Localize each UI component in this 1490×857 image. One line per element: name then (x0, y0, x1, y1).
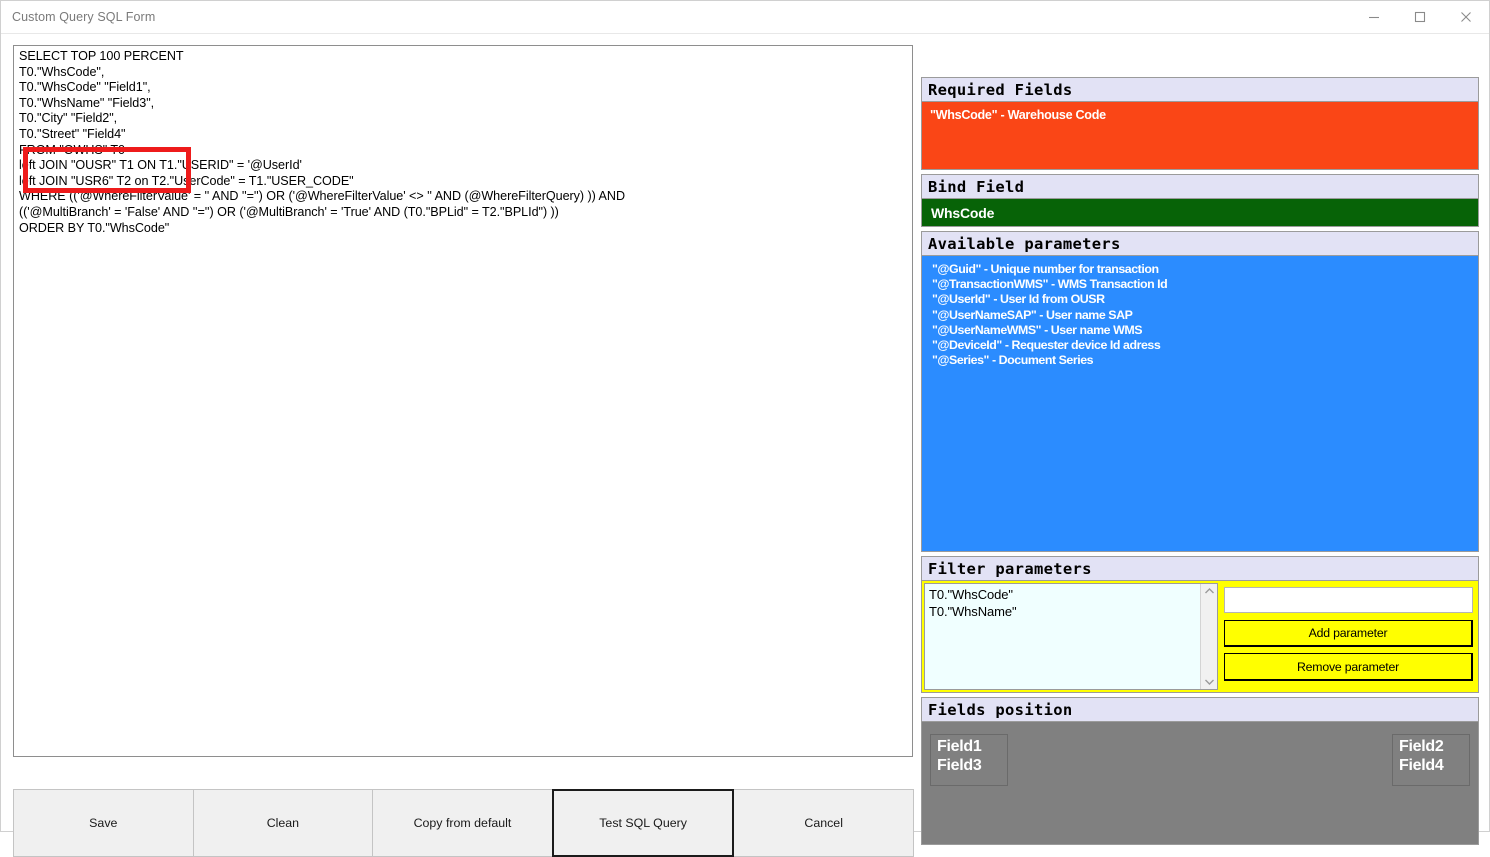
chevron-up-icon[interactable] (1204, 587, 1215, 595)
available-parameters-header: Available parameters (921, 231, 1479, 256)
field-position-label: Field1 (937, 737, 1003, 756)
field-position-label: Field3 (937, 756, 1003, 775)
filter-list-scrollbar[interactable] (1200, 584, 1217, 689)
filter-parameters-listbox[interactable]: T0."WhsCode" T0."WhsName" (924, 583, 1218, 690)
filter-parameters-items: T0."WhsCode" T0."WhsName" (925, 584, 1200, 689)
available-parameter-item[interactable]: "@UserNameWMS" - User name WMS (932, 323, 1478, 338)
bind-field-value: WhsCode (931, 205, 994, 221)
bind-field-value-box[interactable]: WhsCode (921, 199, 1479, 227)
fields-position-left-box[interactable]: Field1 Field3 (930, 734, 1008, 786)
right-panel: Required Fields "WhsCode" - Warehouse Co… (921, 77, 1479, 855)
copy-from-default-button[interactable]: Copy from default (372, 789, 553, 857)
filter-parameters-header: Filter parameters (921, 556, 1479, 581)
save-button[interactable]: Save (13, 789, 194, 857)
bind-field-header: Bind Field (921, 174, 1479, 199)
fields-position-right-box[interactable]: Field2 Field4 (1392, 734, 1470, 786)
add-parameter-button[interactable]: Add parameter (1224, 620, 1473, 648)
maximize-icon (1414, 11, 1426, 23)
filter-parameter-item[interactable]: T0."WhsName" (929, 603, 1200, 620)
filter-parameters-body: T0."WhsCode" T0."WhsName" Add par (921, 581, 1479, 693)
required-fields-header: Required Fields (921, 77, 1479, 102)
available-parameter-item[interactable]: "@DeviceId" - Requester device Id adress (932, 338, 1478, 353)
available-parameter-item[interactable]: "@UserId" - User Id from OUSR (932, 292, 1478, 307)
available-parameters-list[interactable]: "@Guid" - Unique number for transaction … (921, 256, 1479, 552)
title-bar: Custom Query SQL Form (1, 1, 1489, 33)
minimize-icon (1368, 11, 1380, 23)
required-field-item[interactable]: "WhsCode" - Warehouse Code (930, 107, 1478, 123)
clean-button[interactable]: Clean (193, 789, 374, 857)
chevron-down-icon[interactable] (1204, 678, 1215, 686)
required-fields-list[interactable]: "WhsCode" - Warehouse Code (921, 102, 1479, 170)
sql-query-text[interactable]: SELECT TOP 100 PERCENT T0."WhsCode", T0.… (14, 46, 912, 236)
footer-button-bar: Save Clean Copy from default Test SQL Qu… (13, 789, 913, 857)
fields-position-header: Fields position (921, 697, 1479, 722)
maximize-button[interactable] (1397, 1, 1443, 32)
minimize-button[interactable] (1351, 1, 1397, 32)
cancel-button[interactable]: Cancel (733, 789, 914, 857)
filter-parameter-controls: Add parameter Remove parameter (1221, 583, 1476, 690)
form-body: SELECT TOP 100 PERCENT T0."WhsCode", T0.… (1, 33, 1489, 831)
sql-query-editor[interactable]: SELECT TOP 100 PERCENT T0."WhsCode", T0.… (13, 45, 913, 757)
close-button[interactable] (1443, 1, 1489, 32)
field-position-label: Field2 (1399, 737, 1465, 756)
fields-position-canvas[interactable]: Field1 Field3 Field2 Field4 (921, 722, 1479, 845)
available-parameter-item[interactable]: "@TransactionWMS" - WMS Transaction Id (932, 277, 1478, 292)
available-parameter-item[interactable]: "@Series" - Document Series (932, 353, 1478, 368)
remove-parameter-button[interactable]: Remove parameter (1224, 653, 1473, 681)
close-icon (1460, 11, 1472, 23)
application-window: Custom Query SQL Form S (0, 0, 1490, 832)
filter-parameter-item[interactable]: T0."WhsCode" (929, 586, 1200, 603)
field-position-label: Field4 (1399, 756, 1465, 775)
parameter-name-input[interactable] (1224, 587, 1473, 613)
available-parameter-item[interactable]: "@UserNameSAP" - User name SAP (932, 308, 1478, 323)
test-sql-query-button[interactable]: Test SQL Query (552, 789, 735, 857)
window-title: Custom Query SQL Form (1, 10, 155, 24)
available-parameter-item[interactable]: "@Guid" - Unique number for transaction (932, 262, 1478, 277)
window-controls (1351, 1, 1489, 32)
